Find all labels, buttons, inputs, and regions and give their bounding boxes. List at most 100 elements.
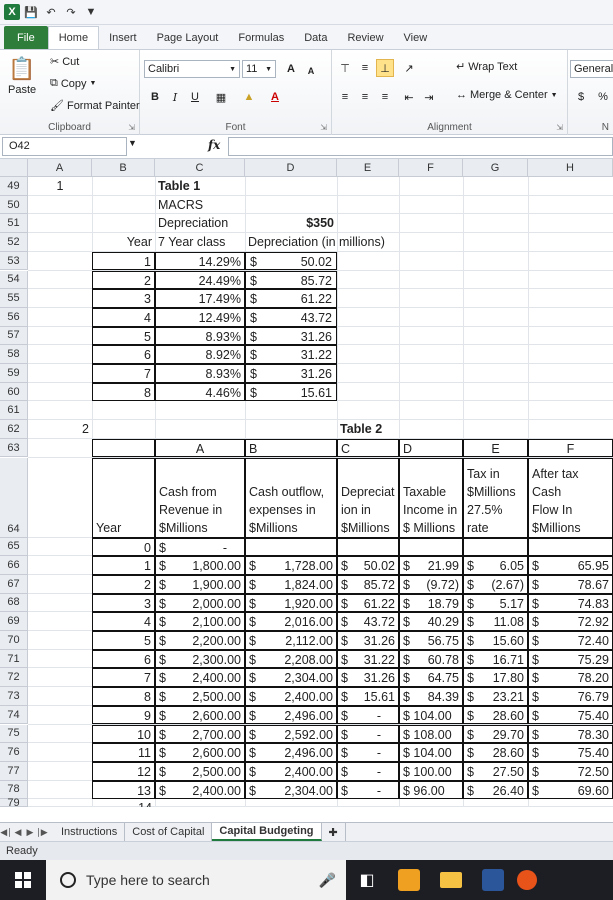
row-header-58[interactable]: 58 (0, 345, 28, 364)
column-header-d[interactable]: D (245, 159, 337, 177)
revenue-cell[interactable]: $2,000.00 (155, 593, 245, 613)
merge-center-button[interactable]: ↔ Merge & Center ▼ (456, 89, 558, 101)
percent-button[interactable]: % (594, 88, 612, 106)
row-header-51[interactable]: 51 (0, 214, 28, 234)
depreciation-total[interactable]: $350 (245, 214, 337, 233)
macrs-depreciation[interactable]: $31.26 (245, 364, 337, 383)
taxable-income-cell[interactable] (399, 537, 463, 557)
cash-flow-cell[interactable]: $76.79 (528, 687, 613, 706)
tax-cell[interactable]: $5.17 (463, 593, 528, 613)
column-header-text-h[interactable]: After tax Cash Flow In $Millions (528, 457, 613, 538)
tab-insert[interactable]: Insert (99, 26, 147, 49)
macrs-depreciation[interactable]: $31.26 (245, 326, 337, 346)
word-icon[interactable] (472, 860, 514, 900)
year-cell[interactable]: 3 (92, 593, 155, 613)
tax-cell[interactable]: $28.60 (463, 705, 528, 725)
row-header-61[interactable]: 61 (0, 401, 28, 421)
expense-cell[interactable]: $2,016.00 (245, 612, 337, 631)
row-header-62[interactable]: 62 (0, 420, 28, 439)
cell-label[interactable]: Depreciation (155, 214, 245, 233)
cash-flow-cell[interactable]: $72.40 (528, 631, 613, 650)
borders-icon[interactable]: ▦ (212, 88, 230, 106)
depreciation-cell[interactable]: $31.26 (337, 668, 399, 688)
cell-header[interactable]: Year (92, 457, 155, 538)
column-label-f[interactable]: D (399, 438, 463, 458)
column-header-c[interactable]: C (155, 159, 245, 177)
copy-button[interactable]: ⧉ Copy ▼ (50, 77, 96, 90)
column-header-g[interactable]: G (463, 159, 528, 177)
macrs-rate[interactable]: 8.93% (155, 326, 245, 346)
task-view-icon[interactable]: ◧ (346, 860, 388, 900)
row-header-69[interactable]: 69 (0, 612, 28, 631)
row-header-79[interactable]: 79 (0, 797, 28, 809)
tax-cell[interactable]: $17.80 (463, 668, 528, 688)
tax-cell[interactable]: $26.40 (463, 780, 528, 800)
cash-flow-cell[interactable]: $78.30 (528, 724, 613, 744)
row-header-53[interactable]: 53 (0, 251, 28, 271)
taxable-income-cell[interactable]: $56.75 (399, 631, 463, 650)
column-header-e[interactable]: E (337, 159, 399, 177)
row-header-50[interactable]: 50 (0, 195, 28, 215)
tax-cell[interactable]: $28.60 (463, 743, 528, 762)
firefox-icon[interactable] (514, 860, 540, 900)
depreciation-cell[interactable]: $ - (337, 761, 399, 781)
tab-view[interactable]: View (394, 26, 438, 49)
expense-cell[interactable]: $1,728.00 (245, 556, 337, 575)
format-painter-button[interactable]: 🖌 Format Painter (50, 99, 140, 113)
cash-flow-cell[interactable]: $75.29 (528, 649, 613, 669)
expense-cell[interactable]: $2,304.00 (245, 668, 337, 688)
macrs-year[interactable]: 7 (92, 364, 155, 383)
macrs-rate[interactable]: 17.49% (155, 289, 245, 308)
taxable-income-cell[interactable]: $ 96.00 (399, 780, 463, 800)
expense-cell[interactable]: $2,304.00 (245, 780, 337, 800)
year-cell[interactable]: 0 (92, 537, 155, 557)
year-cell[interactable]: 1 (92, 556, 155, 575)
macrs-rate[interactable]: 24.49% (155, 270, 245, 290)
column-label-c[interactable]: A (155, 438, 245, 458)
tax-cell[interactable]: $23.21 (463, 687, 528, 706)
font-name-select[interactable]: Calibri ▼ (144, 60, 240, 78)
insert-function-button[interactable]: fx (208, 138, 220, 152)
expense-cell[interactable] (245, 537, 337, 557)
dialog-launcher-icon[interactable]: ⇲ (556, 123, 563, 132)
depreciation-cell[interactable] (337, 537, 399, 557)
taxable-income-cell[interactable]: $ 104.00 (399, 743, 463, 762)
new-sheet-icon[interactable]: ✚ (322, 823, 346, 841)
year-cell-partial[interactable]: 14 (92, 799, 155, 807)
row-header-63[interactable]: 63 (0, 438, 28, 458)
microphone-icon[interactable]: 🎤 (319, 872, 336, 889)
macrs-year[interactable]: 3 (92, 289, 155, 308)
align-middle-icon[interactable]: ≡ (356, 59, 374, 77)
wrap-text-button[interactable]: ↵ Wrap Text (456, 60, 517, 74)
align-center-icon[interactable]: ≡ (356, 88, 374, 106)
revenue-cell[interactable]: $1,800.00 (155, 556, 245, 575)
macrs-rate[interactable]: 8.92% (155, 345, 245, 364)
macrs-depreciation[interactable]: $43.72 (245, 307, 337, 327)
depreciation-cell[interactable]: $ - (337, 724, 399, 744)
sheet-tab-cost-of-capital[interactable]: Cost of Capital (125, 823, 213, 841)
macrs-rate[interactable]: 8.93% (155, 364, 245, 383)
paste-button[interactable]: 📋 Paste (8, 56, 36, 96)
row-header-55[interactable]: 55 (0, 289, 28, 308)
depreciation-cell[interactable]: $15.61 (337, 687, 399, 706)
underline-button[interactable]: U (186, 88, 204, 106)
column-header-a[interactable]: A (28, 159, 92, 177)
macrs-rate[interactable]: 14.29% (155, 251, 245, 271)
year-cell[interactable]: 11 (92, 743, 155, 762)
macrs-rate[interactable]: 12.49% (155, 307, 245, 327)
align-bottom-icon[interactable]: ⊥ (376, 59, 394, 77)
taxable-income-cell[interactable]: $60.78 (399, 649, 463, 669)
column-header-text-f[interactable]: Taxable Income in $ Millions (399, 457, 463, 538)
column-header-h[interactable]: H (528, 159, 613, 177)
revenue-cell[interactable]: $2,600.00 (155, 705, 245, 725)
select-all-corner[interactable] (0, 159, 28, 177)
depreciation-cell[interactable]: $ - (337, 705, 399, 725)
font-size-select[interactable]: 11 ▼ (242, 60, 276, 78)
expense-cell[interactable]: $1,824.00 (245, 574, 337, 594)
expense-cell[interactable]: $2,592.00 (245, 724, 337, 744)
column-header-f[interactable]: F (399, 159, 463, 177)
grow-font-button[interactable]: A (282, 60, 300, 78)
table-1-title[interactable]: Table 1 (155, 177, 245, 196)
cash-flow-cell[interactable]: $78.20 (528, 668, 613, 688)
increase-indent-icon[interactable]: ⇥ (420, 88, 438, 106)
